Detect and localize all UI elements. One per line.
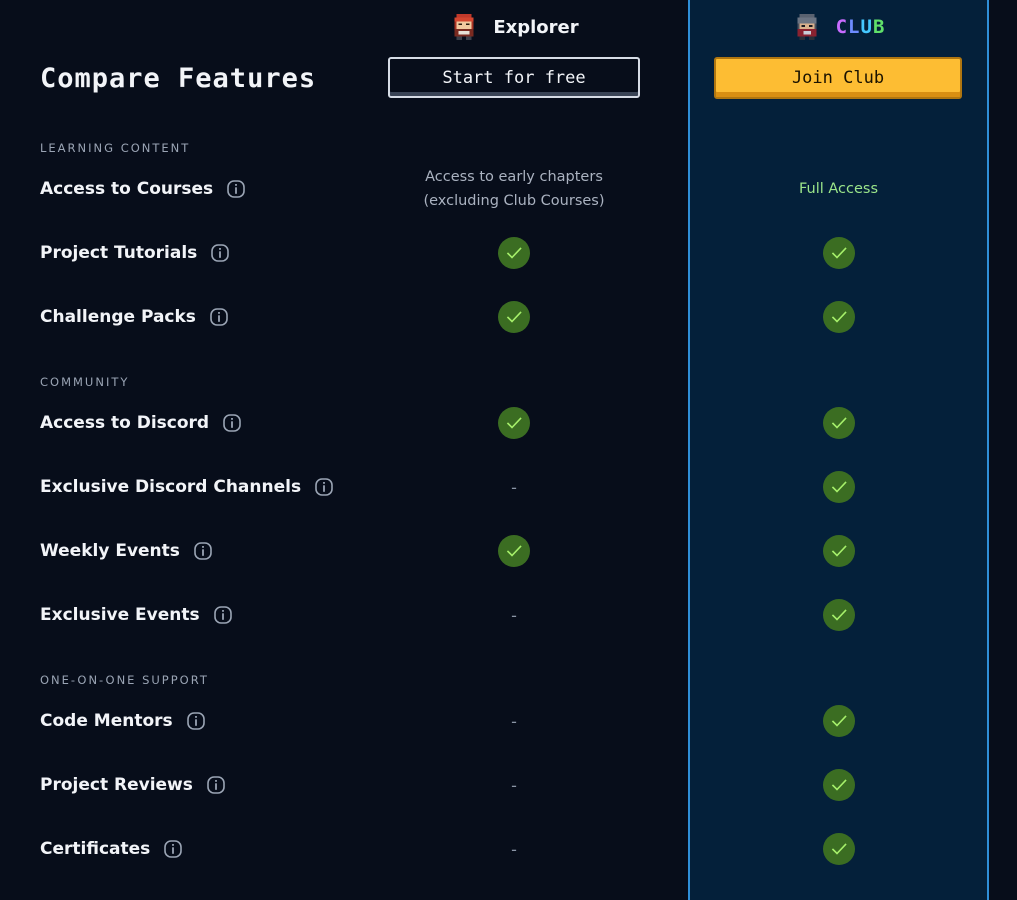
feature-row-exclusive-discord-channels: Exclusive Discord Channels - <box>0 455 1017 519</box>
join-club-button[interactable]: Join Club <box>714 57 962 99</box>
feature-row-challenge-packs: Challenge Packs <box>0 285 1017 349</box>
check-icon <box>822 237 855 269</box>
info-icon[interactable] <box>163 839 183 859</box>
check-icon <box>498 407 530 439</box>
info-icon[interactable] <box>226 179 246 199</box>
club-cell <box>690 753 987 817</box>
section-label-learning-content: LEARNING CONTENT <box>40 141 191 155</box>
check-icon <box>822 407 855 439</box>
section-label-one-on-one-support: ONE-ON-ONE SUPPORT <box>40 673 209 687</box>
club-cell <box>690 391 987 455</box>
club-cell <box>690 583 987 647</box>
explorer-cell <box>389 519 639 583</box>
club-course-access-text: Full Access <box>798 181 879 197</box>
feature-row-project-tutorials: Project Tutorials <box>0 221 1017 285</box>
explorer-plan-header: Explorer <box>389 8 639 46</box>
check-icon <box>822 599 855 631</box>
check-icon <box>822 471 855 503</box>
check-icon <box>822 301 855 333</box>
info-icon[interactable] <box>193 541 213 561</box>
explorer-plan-name: Explorer <box>493 16 579 38</box>
explorer-cell: - <box>389 455 639 519</box>
feature-label: Project Tutorials <box>40 243 198 263</box>
club-plan-header: CLUB <box>690 8 987 46</box>
info-icon[interactable] <box>210 243 230 263</box>
info-icon[interactable] <box>209 307 229 327</box>
feature-row-weekly-events: Weekly Events <box>0 519 1017 583</box>
not-included-dash: - <box>511 477 517 497</box>
feature-label: Weekly Events <box>40 541 180 561</box>
explorer-cell <box>389 285 639 349</box>
explorer-cell: - <box>389 583 639 647</box>
feature-label: Certificates <box>40 839 151 859</box>
feature-row-access-to-courses: Access to Courses Access to early chapte… <box>0 157 1017 221</box>
club-plan-name: CLUB <box>835 16 886 38</box>
explorer-cell: - <box>389 689 639 753</box>
not-included-dash: - <box>511 775 517 795</box>
explorer-cell: Access to early chapters (excluding Club… <box>389 157 639 221</box>
info-icon[interactable] <box>213 605 233 625</box>
club-cell: Full Access <box>690 157 987 221</box>
club-cell <box>690 817 987 881</box>
check-icon <box>498 535 530 567</box>
hooded-character-avatar-icon <box>797 13 816 41</box>
check-icon <box>822 705 855 737</box>
feature-label: Exclusive Events <box>40 605 200 625</box>
start-for-free-button[interactable]: Start for free <box>388 57 640 98</box>
feature-row-exclusive-events: Exclusive Events - <box>0 583 1017 647</box>
club-cell <box>690 221 987 285</box>
page-title: Compare Features <box>40 63 317 94</box>
info-icon[interactable] <box>186 711 206 731</box>
not-included-dash: - <box>511 605 517 625</box>
check-icon <box>498 237 530 269</box>
feature-row-project-reviews: Project Reviews - <box>0 753 1017 817</box>
feature-row-code-mentors: Code Mentors - <box>0 689 1017 753</box>
feature-row-access-to-discord: Access to Discord <box>0 391 1017 455</box>
club-cell <box>690 455 987 519</box>
feature-row-certificates: Certificates - <box>0 817 1017 881</box>
feature-label: Project Reviews <box>40 775 193 795</box>
not-included-dash: - <box>511 711 517 731</box>
feature-label: Access to Courses <box>40 179 214 199</box>
feature-label: Challenge Packs <box>40 307 196 327</box>
check-icon <box>822 769 855 801</box>
explorer-course-access-text: Access to early chapters (excluding Club… <box>423 169 605 209</box>
explorer-cell: - <box>389 753 639 817</box>
check-icon <box>498 301 530 333</box>
club-cell <box>690 285 987 349</box>
info-icon[interactable] <box>206 775 226 795</box>
info-icon[interactable] <box>314 477 334 497</box>
info-icon[interactable] <box>222 413 242 433</box>
club-cell <box>690 519 987 583</box>
feature-label: Code Mentors <box>40 711 173 731</box>
explorer-cell <box>389 391 639 455</box>
feature-label: Exclusive Discord Channels <box>40 477 302 497</box>
red-haired-character-avatar-icon <box>454 13 474 41</box>
check-icon <box>822 535 855 567</box>
club-cell <box>690 689 987 753</box>
feature-label: Access to Discord <box>40 413 210 433</box>
explorer-cell: - <box>389 817 639 881</box>
explorer-cell <box>389 221 639 285</box>
section-label-community: COMMUNITY <box>40 375 130 389</box>
check-icon <box>822 833 855 865</box>
not-included-dash: - <box>511 839 517 859</box>
